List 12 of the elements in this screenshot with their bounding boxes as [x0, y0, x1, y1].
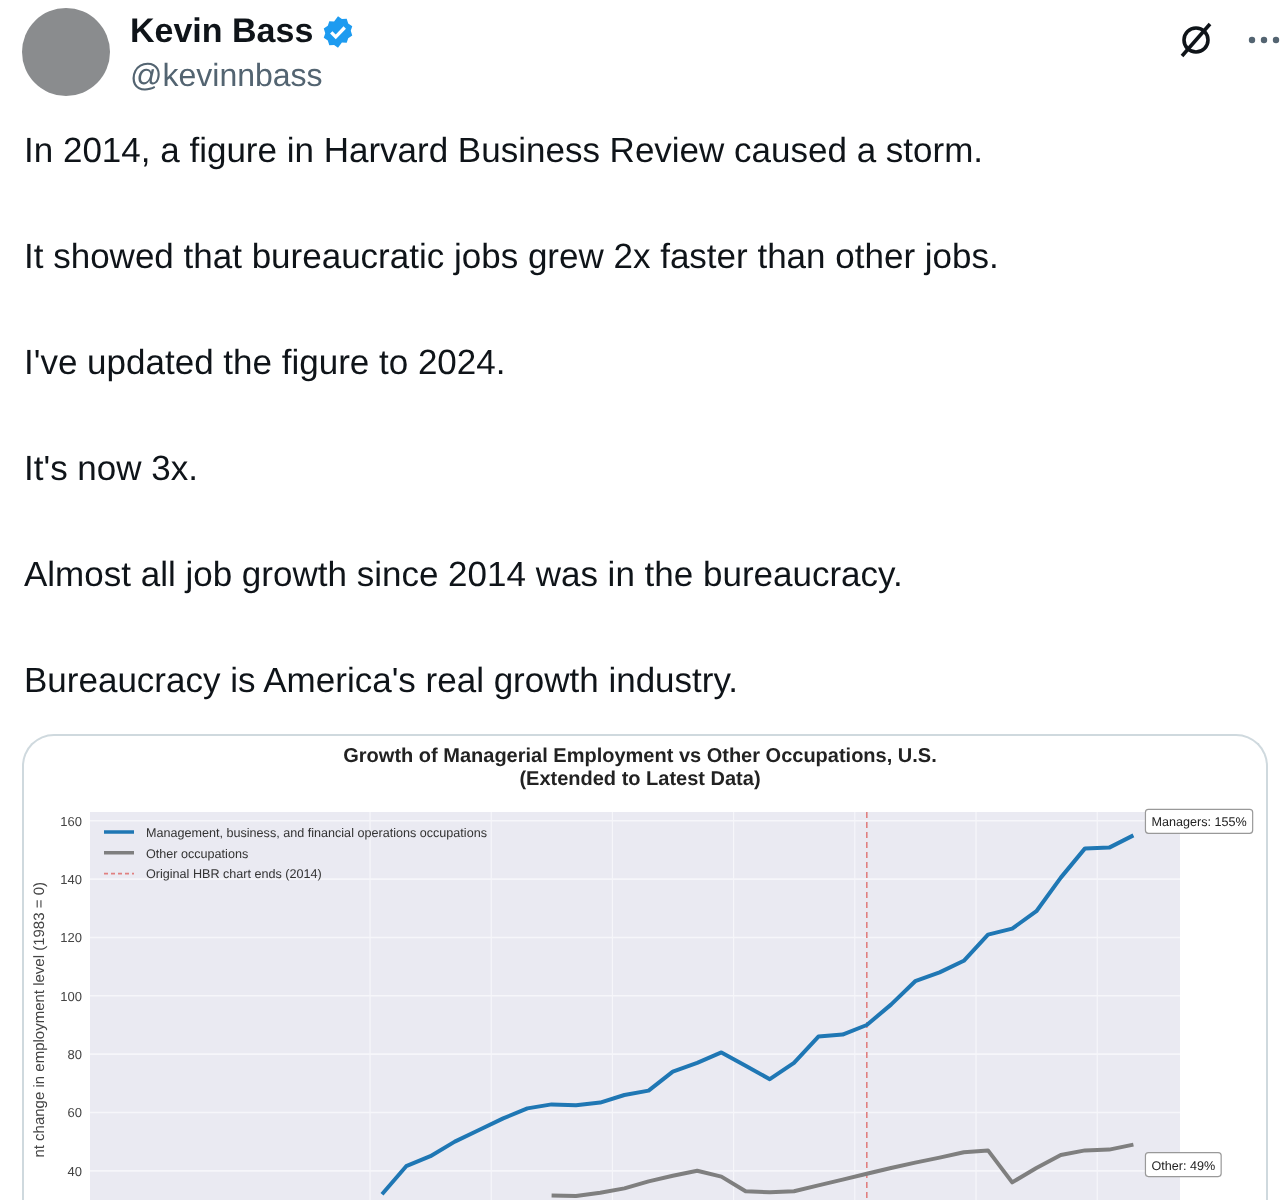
chart-title: Growth of Managerial Employment vs Other Occupations, U.S. (Extended to Latest Data) [343, 746, 937, 791]
tweet-paragraph: Almost all job growth since 2014 was in the bureaucracy. [24, 552, 905, 598]
author-handle[interactable]: @kevinnbass [130, 58, 356, 98]
author-name[interactable]: Kevin Bass [130, 12, 314, 52]
more-icon[interactable] [1248, 36, 1280, 44]
tweet-paragraph: In 2014, a figure in Harvard Business Review caused a storm. [24, 128, 986, 174]
tweet-paragraph: I've updated the figure to 2024. [24, 340, 508, 386]
tweet-paragraph: It's now 3x. [24, 446, 200, 492]
tweet-paragraph: Bureaucracy is America's real growth industry. [24, 658, 741, 704]
slashed-circle-icon[interactable] [1178, 22, 1214, 58]
tweet-paragraph: It showed that bureaucratic jobs grew 2x faster than other jobs. [24, 234, 1001, 280]
avatar-placeholder[interactable] [22, 8, 110, 96]
